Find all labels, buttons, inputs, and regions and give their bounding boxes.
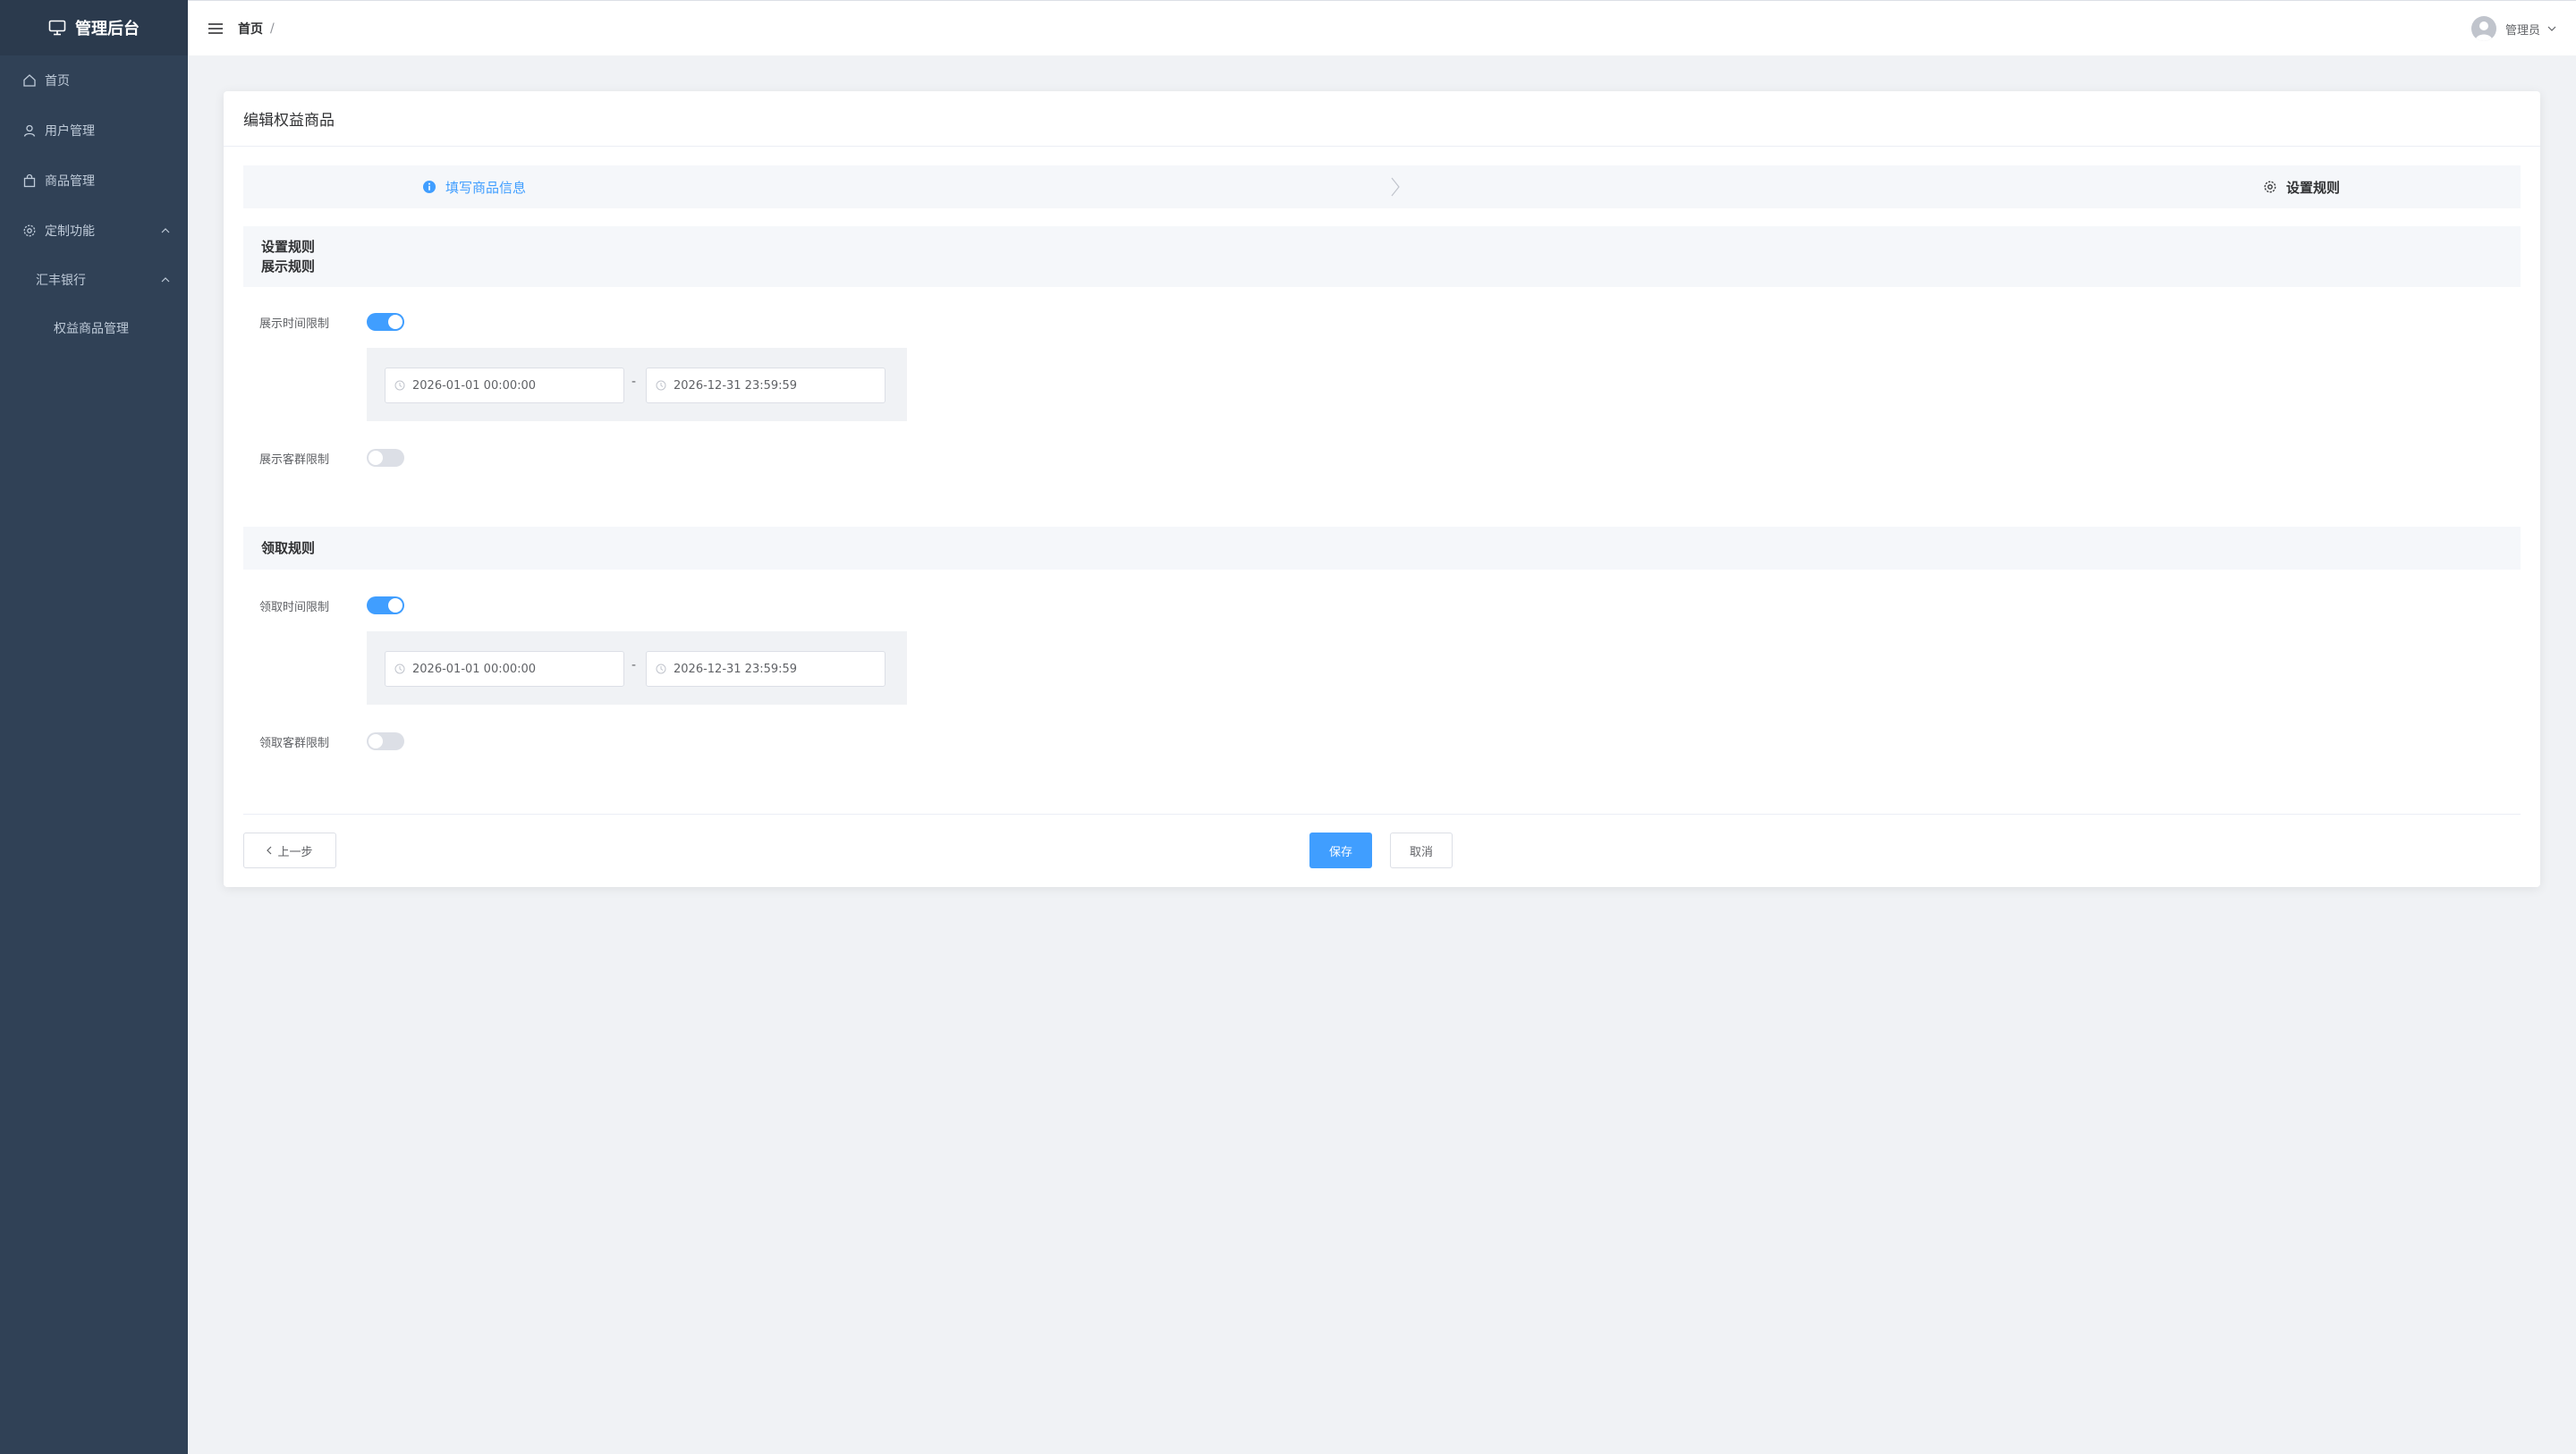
chevron-down-icon	[2547, 26, 2556, 31]
clock-icon	[394, 380, 405, 391]
sidebar-item-label: 权益商品管理	[54, 322, 129, 336]
claim-start-date-input[interactable]: 2026-01-01 00:00:00	[385, 651, 624, 687]
display-end-date-input[interactable]: 2026-12-31 23:59:59	[646, 368, 886, 403]
sidebar-item-home[interactable]: 首页	[0, 55, 188, 106]
user-name: 管理员	[2504, 23, 2540, 38]
gear-icon	[2263, 180, 2277, 194]
breadcrumb-separator: /	[270, 21, 275, 36]
claim-end-date-input[interactable]: 2026-12-31 23:59:59	[646, 651, 886, 687]
sidebar-item-users[interactable]: 用户管理	[0, 106, 188, 156]
date-value: 2026-12-31 23:59:59	[674, 662, 798, 676]
switch-knob	[388, 315, 402, 329]
claim-time-label: 领取时间限制	[259, 600, 330, 614]
step-fill-info[interactable]: 填写商品信息	[422, 165, 526, 208]
section-subtitle: 展示规则	[261, 258, 316, 275]
date-range-separator: -	[631, 375, 637, 389]
switch-knob	[369, 451, 383, 465]
sidebar-item-custom[interactable]: 定制功能	[0, 206, 188, 256]
claim-time-switch[interactable]	[367, 596, 404, 614]
user-menu[interactable]: 管理员	[2470, 1, 2556, 56]
sidebar-item-label: 定制功能	[45, 224, 95, 239]
sidebar-item-label: 商品管理	[45, 174, 95, 189]
sidebar-item-benefit-products[interactable]: 权益商品管理	[0, 304, 188, 352]
date-value: 2026-01-01 00:00:00	[412, 378, 537, 393]
step-set-rules[interactable]: 设置规则	[2263, 165, 2340, 208]
cancel-button[interactable]: 取消	[1390, 833, 1453, 868]
date-value: 2026-01-01 00:00:00	[412, 662, 537, 676]
switch-knob	[388, 598, 402, 613]
shopping-bag-icon	[21, 173, 38, 189]
avatar	[2470, 16, 2496, 41]
chevron-right-icon	[1390, 176, 1401, 198]
claim-rules-section-title: 领取规则	[243, 527, 2521, 570]
user-icon	[21, 123, 38, 139]
info-circle-icon	[422, 180, 436, 194]
prev-step-button[interactable]: 上一步	[243, 833, 336, 868]
section-title: 领取规则	[261, 540, 316, 556]
sidebar: 管理后台 首页 用户管理 商品管理 定制功能 汇丰银行 权益商品管理	[0, 0, 188, 1454]
sidebar-item-label: 用户管理	[45, 124, 95, 139]
breadcrumb-home[interactable]: 首页	[238, 20, 263, 38]
monitor-icon	[48, 20, 66, 36]
card-title: 编辑权益商品	[224, 91, 2540, 147]
footer-divider	[243, 814, 2521, 815]
display-group-row: 展示客群限制	[259, 447, 404, 469]
step-label: 设置规则	[2285, 179, 2340, 196]
button-label: 上一步	[277, 845, 313, 859]
switch-knob	[369, 734, 383, 748]
home-icon	[21, 72, 38, 89]
hamburger-icon[interactable]	[208, 21, 224, 36]
sidebar-item-hsbc[interactable]: 汇丰银行	[0, 256, 188, 304]
claim-time-range: 2026-01-01 00:00:00 - 2026-12-31 23:59:5…	[367, 631, 907, 705]
date-value: 2026-12-31 23:59:59	[674, 378, 798, 393]
claim-group-label: 领取客群限制	[259, 736, 330, 750]
display-time-label: 展示时间限制	[259, 317, 330, 331]
chevron-up-icon	[161, 228, 170, 233]
date-range-separator: -	[631, 658, 637, 672]
display-start-date-input[interactable]: 2026-01-01 00:00:00	[385, 368, 624, 403]
display-rules-section-title: 设置规则 展示规则	[243, 226, 2521, 287]
sidebar-item-label: 汇丰银行	[36, 274, 86, 288]
display-group-switch[interactable]	[367, 449, 404, 467]
display-time-row: 展示时间限制	[259, 311, 404, 333]
edit-product-card: 编辑权益商品 填写商品信息 设置规则 设置规则 展示规则 展示时间限制 2026…	[224, 91, 2540, 887]
top-header: 首页 / 管理员	[188, 0, 2576, 55]
steps-bar: 填写商品信息 设置规则	[243, 165, 2521, 208]
claim-group-switch[interactable]	[367, 732, 404, 750]
step-label: 填写商品信息	[445, 179, 527, 196]
clock-icon	[394, 664, 405, 674]
gear-icon	[21, 223, 38, 239]
save-button[interactable]: 保存	[1309, 833, 1372, 868]
sidebar-logo[interactable]: 管理后台	[0, 0, 188, 55]
clock-icon	[656, 664, 666, 674]
breadcrumb: 首页 /	[238, 20, 275, 38]
display-time-range: 2026-01-01 00:00:00 - 2026-12-31 23:59:5…	[367, 348, 907, 421]
chevron-up-icon	[161, 277, 170, 283]
section-title: 设置规则	[261, 239, 316, 255]
sidebar-item-label: 首页	[45, 74, 70, 89]
clock-icon	[656, 380, 666, 391]
chevron-left-icon	[267, 846, 272, 855]
claim-time-row: 领取时间限制	[259, 595, 404, 616]
app-title: 管理后台	[75, 20, 140, 38]
display-group-label: 展示客群限制	[259, 452, 330, 467]
display-time-switch[interactable]	[367, 313, 404, 331]
claim-group-row: 领取客群限制	[259, 731, 404, 752]
sidebar-item-products[interactable]: 商品管理	[0, 156, 188, 206]
